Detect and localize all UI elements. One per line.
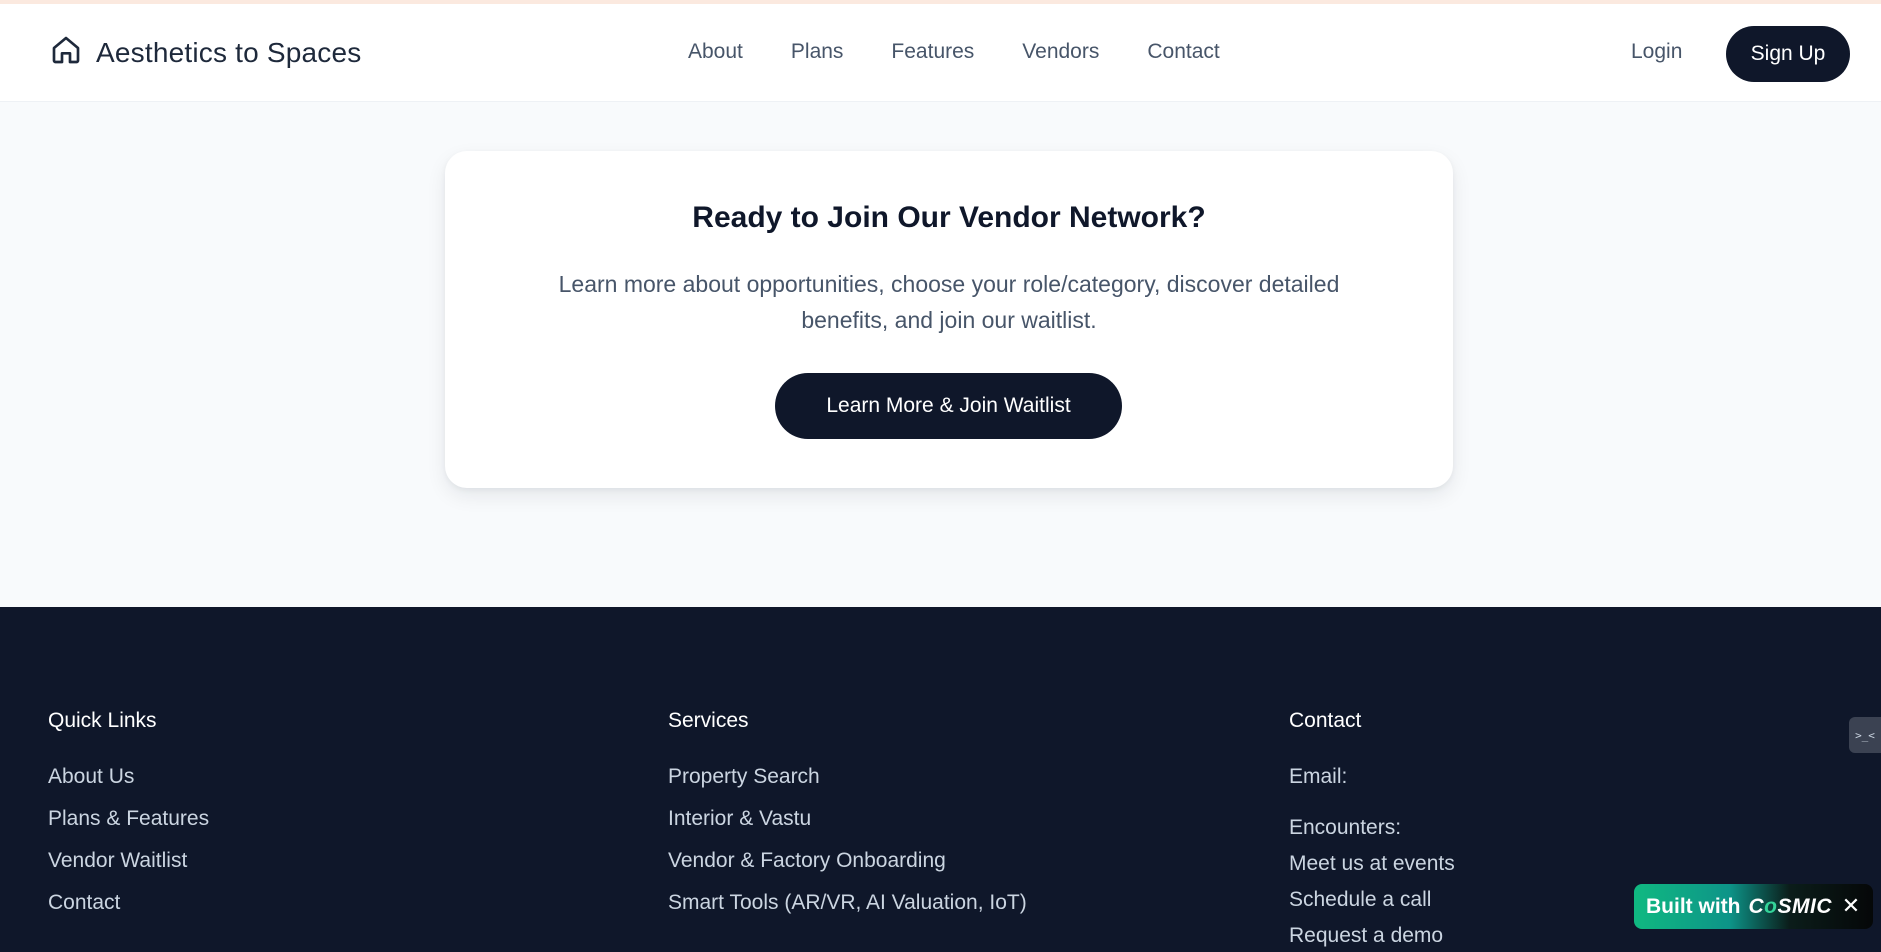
footer-link-contact[interactable]: Contact bbox=[48, 882, 209, 924]
footer-link-interior-vastu[interactable]: Interior & Vastu bbox=[668, 798, 1027, 840]
footer-heading-contact: Contact bbox=[1289, 709, 1362, 732]
nav-link-contact[interactable]: Contact bbox=[1147, 40, 1219, 64]
cosmic-logo-prefix: C bbox=[1748, 894, 1765, 918]
nav-link-features[interactable]: Features bbox=[891, 40, 974, 64]
login-link[interactable]: Login bbox=[1631, 40, 1682, 64]
nav-link-about[interactable]: About bbox=[688, 40, 743, 64]
main-nav: About Plans Features Vendors Contact bbox=[688, 40, 1220, 64]
footer-heading-quick-links: Quick Links bbox=[48, 709, 157, 732]
navbar: Aesthetics to Spaces About Plans Feature… bbox=[0, 4, 1881, 102]
footer-link-plans-features[interactable]: Plans & Features bbox=[48, 798, 209, 840]
footer-services: Services Property Search Interior & Vast… bbox=[668, 706, 1027, 924]
brand-name: Aesthetics to Spaces bbox=[96, 36, 362, 68]
footer-link-property-search[interactable]: Property Search bbox=[668, 756, 1027, 798]
contact-encounters-label: Encounters: bbox=[1289, 816, 1402, 839]
contact-schedule-call[interactable]: Schedule a call bbox=[1289, 882, 1455, 918]
cosmic-logo-o: o bbox=[1764, 894, 1778, 918]
vendor-cta-card: Ready to Join Our Vendor Network? Learn … bbox=[445, 151, 1453, 488]
footer-link-smart-tools[interactable]: Smart Tools (AR/VR, AI Valuation, IoT) bbox=[668, 882, 1027, 924]
cosmic-logo-text: CoSMIC bbox=[1748, 895, 1832, 919]
signup-button[interactable]: Sign Up bbox=[1726, 26, 1850, 82]
nav-link-vendors[interactable]: Vendors bbox=[1022, 40, 1099, 64]
page: Aesthetics to Spaces About Plans Feature… bbox=[0, 0, 1881, 952]
footer: Quick Links About Us Plans & Features Ve… bbox=[0, 607, 1881, 952]
contact-email-label: Email: bbox=[1289, 765, 1348, 788]
footer-contact: Contact Email: Encounters: Meet us at ev… bbox=[1289, 706, 1455, 952]
footer-link-vendor-waitlist[interactable]: Vendor Waitlist bbox=[48, 840, 209, 882]
footer-link-about-us[interactable]: About Us bbox=[48, 756, 209, 798]
contact-spacer bbox=[1289, 798, 1455, 810]
contact-request-demo[interactable]: Request a demo bbox=[1289, 918, 1455, 952]
badge-text: Built with bbox=[1646, 894, 1741, 918]
cta-title: Ready to Join Our Vendor Network? bbox=[692, 201, 1206, 234]
home-icon bbox=[50, 34, 82, 71]
close-icon[interactable]: ✕ bbox=[1839, 894, 1863, 918]
join-waitlist-button[interactable]: Learn More & Join Waitlist bbox=[775, 373, 1122, 439]
footer-link-vendor-onboarding[interactable]: Vendor & Factory Onboarding bbox=[668, 840, 1027, 882]
terminal-toggle-icon[interactable]: >_< bbox=[1849, 717, 1881, 753]
footer-heading-services: Services bbox=[668, 709, 749, 732]
footer-quick-links: Quick Links About Us Plans & Features Ve… bbox=[48, 706, 209, 924]
brand-logo[interactable]: Aesthetics to Spaces bbox=[50, 34, 361, 71]
cosmic-logo-suffix: SMIC bbox=[1777, 894, 1832, 918]
contact-meet-events[interactable]: Meet us at events bbox=[1289, 846, 1455, 882]
built-with-cosmic-badge[interactable]: Built with CoSMIC ✕ bbox=[1634, 884, 1873, 929]
cta-description: Learn more about opportunities, choose y… bbox=[558, 271, 1340, 333]
nav-link-plans[interactable]: Plans bbox=[791, 40, 844, 64]
